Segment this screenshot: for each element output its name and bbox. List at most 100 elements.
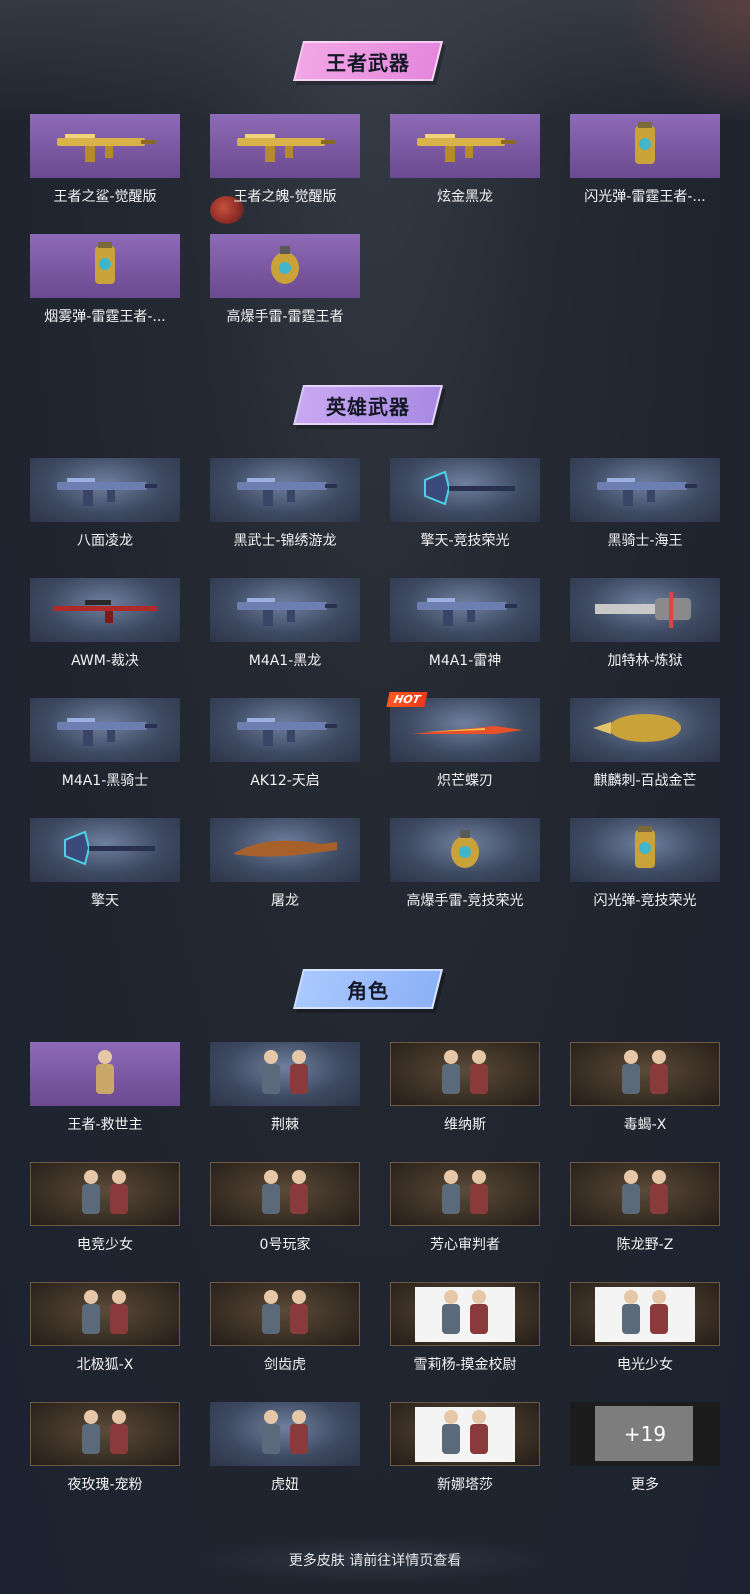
skin-item[interactable]: 加特林-炼狱 (570, 578, 720, 698)
skin-item[interactable]: 烟雾弹-雷霆王者-... (30, 234, 180, 354)
skin-name: 0号玩家 (259, 1237, 311, 1253)
skin-thumbnail[interactable] (210, 1042, 360, 1106)
skin-item[interactable]: 北极狐-X (30, 1282, 180, 1402)
skin-item[interactable]: 炫金黑龙 (390, 114, 540, 234)
skin-item[interactable]: 闪光弹-雷霆王者-... (570, 114, 720, 234)
skin-thumbnail[interactable] (570, 818, 720, 882)
skin-thumbnail[interactable] (570, 1042, 720, 1106)
skin-item[interactable]: 毒蝎-X (570, 1042, 720, 1162)
skin-name: 剑齿虎 (264, 1357, 306, 1373)
skin-thumbnail[interactable] (570, 698, 720, 762)
skin-thumbnail[interactable] (30, 1042, 180, 1106)
character-group-icon (50, 1283, 160, 1345)
skin-item[interactable]: 电竞少女 (30, 1162, 180, 1282)
skin-item[interactable]: 黑骑士-海王 (570, 458, 720, 578)
skin-thumbnail[interactable] (210, 698, 360, 762)
skin-item[interactable]: 高爆手雷-雷霆王者 (210, 234, 360, 354)
skin-thumbnail[interactable] (210, 1402, 360, 1466)
skin-thumbnail[interactable] (390, 1282, 540, 1346)
skin-item[interactable]: 八面凌龙 (30, 458, 180, 578)
melee-icon (585, 700, 705, 760)
skin-item[interactable]: 屠龙 (210, 818, 360, 938)
skin-item[interactable]: 擎天-竞技荣光 (390, 458, 540, 578)
skin-item[interactable]: 夜玫瑰-宠粉 (30, 1402, 180, 1522)
skin-thumbnail[interactable] (570, 1162, 720, 1226)
skin-thumbnail[interactable] (570, 1282, 720, 1346)
skin-thumbnail[interactable] (210, 234, 360, 298)
characters-grid: 王者-救世主 荆棘 维纳斯 毒蝎-X 电竞少女 0号玩家 芳心审判者 陈龙野-Z 北极狐-X 剑齿… (30, 1042, 720, 1522)
skin-thumbnail[interactable] (30, 578, 180, 642)
skin-thumbnail[interactable] (30, 1282, 180, 1346)
skin-item[interactable]: +19 更多 (570, 1402, 720, 1522)
skin-item[interactable]: AWM-裁决 (30, 578, 180, 698)
skin-item[interactable]: 虎妞 (210, 1402, 360, 1522)
skin-thumbnail[interactable] (30, 1162, 180, 1226)
skin-item[interactable]: 荆棘 (210, 1042, 360, 1162)
skin-item[interactable]: 王者之鲨-觉醒版 (30, 114, 180, 234)
skin-thumbnail[interactable] (390, 1162, 540, 1226)
skin-item[interactable]: 新娜塔莎 (390, 1402, 540, 1522)
character-group-icon (230, 1403, 340, 1465)
skin-thumbnail[interactable] (210, 1162, 360, 1226)
skin-thumbnail[interactable] (570, 114, 720, 178)
skin-item[interactable]: 高爆手雷-竞技荣光 (390, 818, 540, 938)
skin-item[interactable]: 剑齿虎 (210, 1282, 360, 1402)
character-icon (50, 1043, 160, 1105)
skin-name: 炫金黑龙 (437, 189, 493, 205)
rifle-icon (405, 580, 525, 640)
skin-thumbnail[interactable] (390, 698, 540, 762)
skin-thumbnail[interactable] (390, 1402, 540, 1466)
character-group-icon (50, 1403, 160, 1465)
skin-name: 麒麟刺-百战金芒 (593, 773, 697, 789)
hero-weapons-grid: 八面凌龙 黑武士-锦绣游龙 擎天-竞技荣光 黑骑士-海王 AWM-裁决 M4A1-黑龙 M4… (30, 458, 720, 938)
skin-thumbnail[interactable] (210, 114, 360, 178)
skin-item[interactable]: HOT 炽芒蝶刃 (386, 692, 540, 818)
skin-item[interactable]: 闪光弹-竞技荣光 (570, 818, 720, 938)
skin-name: 虎妞 (271, 1477, 299, 1493)
skin-thumbnail[interactable] (210, 818, 360, 882)
rifle-icon (585, 460, 705, 520)
skin-name: AK12-天启 (250, 773, 320, 789)
skin-item[interactable]: 维纳斯 (390, 1042, 540, 1162)
skin-thumbnail[interactable] (390, 578, 540, 642)
smoke-grenade-icon (45, 236, 165, 296)
skin-item[interactable]: 王者-救世主 (30, 1042, 180, 1162)
skin-item[interactable]: 陈龙野-Z (570, 1162, 720, 1282)
skin-thumbnail[interactable] (30, 234, 180, 298)
footer-more-skins[interactable]: 更多皮肤 请前往详情页查看 (205, 1538, 545, 1582)
gold-rifle-icon (405, 116, 525, 176)
skin-item[interactable]: 雪莉杨-摸金校尉 (390, 1282, 540, 1402)
skin-thumbnail[interactable] (30, 458, 180, 522)
skin-thumbnail[interactable] (390, 1042, 540, 1106)
skin-thumbnail[interactable]: +19 (570, 1402, 720, 1466)
skin-thumbnail[interactable] (390, 818, 540, 882)
skin-thumbnail[interactable] (210, 578, 360, 642)
skin-thumbnail[interactable] (210, 1282, 360, 1346)
skin-item[interactable]: 王者之魄-觉醒版 (210, 114, 360, 234)
skin-item[interactable]: 电光少女 (570, 1282, 720, 1402)
skin-thumbnail[interactable] (30, 698, 180, 762)
skin-thumbnail[interactable] (570, 458, 720, 522)
skin-thumbnail[interactable] (30, 818, 180, 882)
skin-item[interactable]: M4A1-雷神 (390, 578, 540, 698)
skin-thumbnail[interactable] (390, 114, 540, 178)
skin-thumbnail[interactable] (570, 578, 720, 642)
skin-thumbnail[interactable] (210, 458, 360, 522)
skin-thumbnail[interactable] (390, 458, 540, 522)
skin-item[interactable]: 0号玩家 (210, 1162, 360, 1282)
skin-thumbnail[interactable] (30, 1402, 180, 1466)
skin-item[interactable]: 芳心审判者 (390, 1162, 540, 1282)
skin-item[interactable]: AK12-天启 (210, 698, 360, 818)
more-count: +19 (623, 1422, 667, 1446)
character-group-icon (590, 1043, 700, 1105)
skin-item[interactable]: 黑武士-锦绣游龙 (210, 458, 360, 578)
skin-item[interactable]: 擎天 (30, 818, 180, 938)
skin-item[interactable]: 麒麟刺-百战金芒 (570, 698, 720, 818)
skin-name: 高爆手雷-雷霆王者 (226, 309, 344, 325)
skin-name: M4A1-黑龙 (248, 653, 322, 669)
skin-name: 王者-救世主 (67, 1117, 143, 1133)
skin-thumbnail[interactable] (30, 114, 180, 178)
skin-item[interactable]: M4A1-黑龙 (210, 578, 360, 698)
skin-item[interactable]: M4A1-黑骑士 (30, 698, 180, 818)
flash-grenade-icon (585, 820, 705, 880)
